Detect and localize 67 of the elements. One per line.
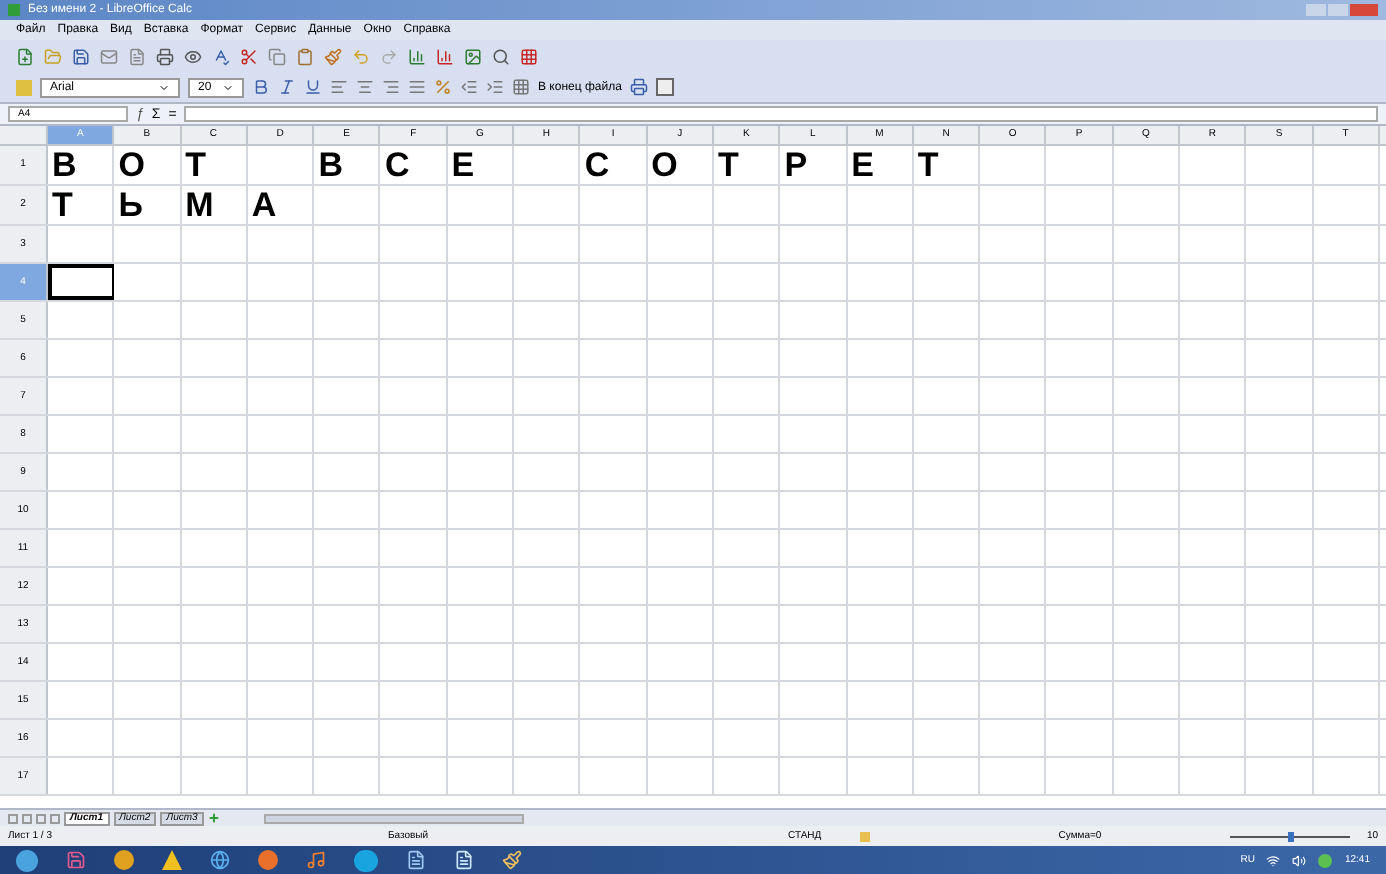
align-justify-icon[interactable] [408,78,426,96]
cell-text: Т [52,188,73,222]
volume-icon[interactable] [1292,853,1307,867]
indent-decrease-icon[interactable] [460,78,478,96]
align-center-icon[interactable] [356,78,374,96]
add-sheet-icon[interactable] [207,812,220,824]
cut-icon[interactable] [240,47,258,65]
redo-icon[interactable] [380,47,398,65]
underline-icon[interactable] [304,78,322,96]
floppy-icon[interactable] [66,850,86,870]
cell-text: В [52,148,77,182]
media-player-icon[interactable] [306,850,326,870]
cell-text: С [584,148,610,182]
cell-text: С [384,148,410,182]
image-icon[interactable] [464,47,482,65]
borders-icon[interactable] [512,78,530,96]
cell-text: О [118,148,146,182]
start-button[interactable] [16,849,38,871]
cell-text: Т [185,148,206,182]
cell-text: М [185,188,214,222]
mail-icon[interactable] [100,47,118,65]
cell-text: Т [717,148,739,182]
cell-text: Ь [118,188,144,222]
new-document-icon[interactable] [16,47,34,65]
undo-icon[interactable] [352,47,370,65]
cell-cursor[interactable] [48,264,115,300]
dropdown-icon [158,81,170,93]
cell-text: Е [451,148,475,182]
grid-icon[interactable] [520,47,538,65]
paintbrush-icon[interactable] [324,47,342,65]
align-left-icon[interactable] [330,78,348,96]
folder-icon[interactable] [44,47,62,65]
document-icon[interactable] [128,47,146,65]
save-status-icon [860,831,870,841]
percent-icon[interactable] [434,78,452,96]
calc-app-icon[interactable] [454,850,474,870]
document-app-icon[interactable] [406,850,426,870]
app-icon [8,4,20,16]
printer-icon[interactable] [156,47,174,65]
network-icon[interactable] [1266,853,1281,867]
spellcheck-icon[interactable] [212,47,230,65]
save-icon[interactable] [72,47,90,65]
browser-icon[interactable] [210,850,230,870]
horizontal-scrollbar[interactable] [263,813,524,823]
frame-icon[interactable] [655,78,674,96]
cell-text: Т [917,148,939,182]
dropdown-icon [222,81,234,93]
triangle-app-icon[interactable] [162,850,182,870]
formula-input[interactable] [184,106,1378,122]
tray-icon[interactable] [1318,853,1333,867]
cell-text: О [651,148,678,182]
cell-text: Е [851,148,874,182]
copy-icon[interactable] [268,47,286,65]
paint-icon[interactable] [502,850,522,870]
indent-increase-icon[interactable] [486,78,504,96]
chart-icon[interactable] [436,47,454,65]
printer-icon[interactable] [629,78,648,96]
cell-text: В [318,148,343,182]
bold-icon[interactable] [252,78,270,96]
search-icon[interactable] [492,47,510,65]
cell-text: Р [784,148,808,182]
italic-icon[interactable] [278,78,296,96]
zoom-thumb[interactable] [1287,831,1294,841]
cell-text: А [251,188,277,222]
align-right-icon[interactable] [382,78,400,96]
paste-icon[interactable] [296,47,314,65]
preview-icon[interactable] [184,47,202,65]
